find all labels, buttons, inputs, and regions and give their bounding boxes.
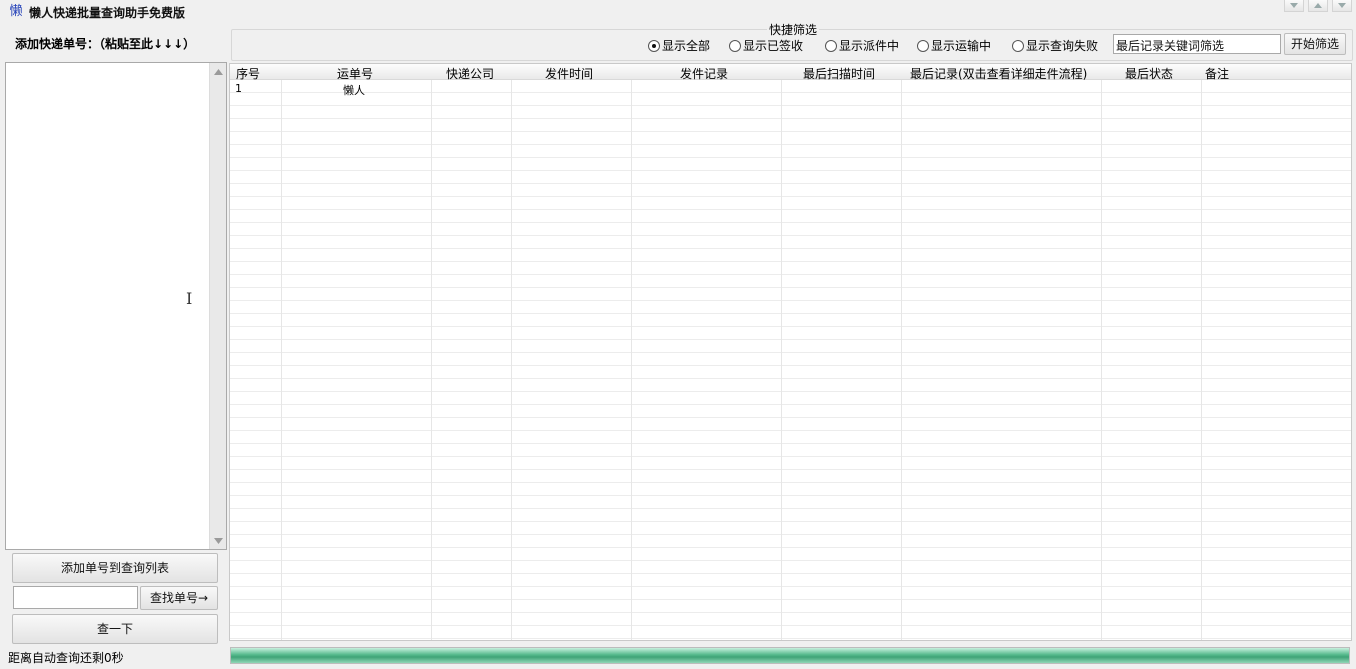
query-progress-bar — [230, 647, 1350, 664]
vertical-scrollbar[interactable] — [209, 63, 226, 549]
column-divider — [901, 80, 902, 640]
column-divider — [781, 80, 782, 640]
chevron-up-icon — [1314, 3, 1322, 8]
radio-label: 显示查询失败 — [1026, 39, 1099, 53]
table-header: 序号 运单号 快递公司 发件时间 发件记录 最后扫描时间 最后记录(双击查看详细… — [230, 64, 1351, 82]
column-divider — [281, 80, 282, 640]
add-to-query-list-button[interactable]: 添加单号到查询列表 — [12, 553, 218, 583]
column-divider — [431, 80, 432, 640]
text-cursor-icon: I — [186, 289, 193, 308]
column-divider — [511, 80, 512, 640]
radio-label: 显示全部 — [662, 39, 711, 53]
title-bar: 懒 懒人快递批量查询助手免费版 — [0, 0, 1356, 24]
quick-filter-title: 快捷筛选 — [767, 21, 820, 38]
chevron-down-icon — [1290, 3, 1298, 8]
query-button[interactable]: 查一下 — [12, 614, 218, 644]
column-header-last-record[interactable]: 最后记录(双击查看详细走件流程) — [910, 65, 1087, 82]
chevron-down-icon — [1338, 3, 1346, 8]
radio-dot — [825, 39, 837, 52]
column-divider — [1101, 80, 1102, 640]
table-rows — [230, 80, 1351, 640]
column-header-last-status[interactable]: 最后状态 — [1125, 65, 1173, 82]
keyword-filter-input[interactable]: 最后记录关键词筛选 — [1113, 34, 1281, 54]
scroll-up-icon[interactable] — [213, 67, 223, 77]
radio-show-signed[interactable]: 显示已签收 — [729, 37, 803, 54]
progress-fill — [231, 648, 1349, 663]
results-table[interactable]: 序号 运单号 快递公司 发件时间 发件记录 最后扫描时间 最后记录(双击查看详细… — [229, 63, 1352, 641]
maximize-button[interactable] — [1308, 0, 1328, 12]
radio-show-in-transit[interactable]: 显示运输中 — [917, 37, 991, 54]
radio-label: 显示已签收 — [743, 39, 804, 53]
auto-query-countdown: 距离自动查询还剩0秒 — [8, 651, 124, 665]
radio-dot — [1012, 39, 1024, 52]
window-title: 懒人快递批量查询助手免费版 — [29, 6, 186, 20]
column-divider — [1201, 80, 1202, 640]
radio-show-delivering[interactable]: 显示派件中 — [825, 37, 899, 54]
radio-label: 显示派件中 — [839, 39, 900, 53]
minimize-button[interactable] — [1284, 0, 1304, 12]
radio-dot — [917, 39, 929, 52]
find-tracking-input[interactable] — [13, 586, 138, 609]
radio-show-all[interactable]: 显示全部 — [648, 37, 710, 54]
start-filter-button[interactable]: 开始筛选 — [1284, 33, 1346, 55]
column-header-seq[interactable]: 序号 — [236, 65, 260, 82]
close-button[interactable] — [1332, 0, 1352, 12]
radio-label: 显示运输中 — [931, 39, 992, 53]
column-header-send-record[interactable]: 发件记录 — [680, 65, 728, 82]
cell-seq: 1 — [235, 82, 242, 95]
cell-tracking-no: 懒人 — [343, 84, 365, 97]
radio-dot — [729, 39, 741, 52]
radio-dot — [648, 39, 660, 52]
column-header-tracking-no[interactable]: 运单号 — [337, 65, 373, 82]
tracking-number-textarea[interactable]: I — [5, 62, 227, 550]
column-header-send-time[interactable]: 发件时间 — [545, 65, 593, 82]
column-divider — [631, 80, 632, 640]
scroll-down-icon[interactable] — [213, 535, 223, 545]
column-header-company[interactable]: 快递公司 — [446, 65, 494, 82]
add-tracking-label: 添加快递单号：（粘贴至此↓↓↓） — [15, 37, 196, 51]
column-header-note[interactable]: 备注 — [1205, 65, 1229, 82]
radio-show-failed[interactable]: 显示查询失败 — [1012, 37, 1098, 54]
find-tracking-button[interactable]: 查找单号→ — [140, 586, 218, 610]
column-header-last-scan[interactable]: 最后扫描时间 — [803, 65, 875, 82]
window-controls — [1284, 0, 1352, 12]
app-icon: 懒 — [9, 4, 23, 19]
